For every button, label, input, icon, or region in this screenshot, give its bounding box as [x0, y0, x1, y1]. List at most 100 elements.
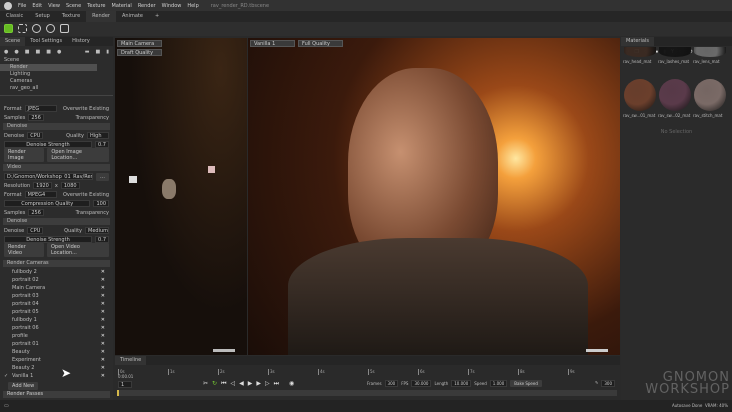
- tab-scene[interactable]: Scene: [0, 37, 26, 46]
- light-icon[interactable]: ●: [14, 49, 18, 55]
- frames-input[interactable]: 300: [384, 380, 399, 387]
- duplicate-icon[interactable]: ■: [96, 49, 101, 55]
- material-swatch[interactable]: [694, 79, 726, 111]
- compression-input[interactable]: 100: [93, 200, 109, 207]
- quality-select[interactable]: Draft Quality: [117, 49, 162, 56]
- scissors-icon[interactable]: ✂: [203, 380, 208, 388]
- camera-list-item[interactable]: fullbody 2 ✕: [0, 268, 113, 276]
- skip-start-icon[interactable]: ⏮: [221, 380, 226, 388]
- menu-material[interactable]: Material: [112, 3, 132, 9]
- browse-button[interactable]: …: [96, 172, 109, 181]
- denoise-strength-input[interactable]: 0.7: [95, 236, 109, 243]
- box-select-icon[interactable]: [18, 24, 27, 33]
- remove-camera-icon[interactable]: ✕: [101, 308, 105, 316]
- camera-list-item[interactable]: fullbody 1 ✕: [0, 316, 113, 324]
- tab-history[interactable]: History: [67, 37, 95, 46]
- render-passes-section[interactable]: Render Passes: [3, 391, 110, 398]
- keyframe-track[interactable]: [117, 390, 617, 396]
- material-swatch[interactable]: [624, 47, 656, 57]
- length-input[interactable]: 10.000: [451, 380, 472, 387]
- quality-select[interactable]: Full Quality: [298, 40, 343, 47]
- menu-render[interactable]: Render: [138, 3, 156, 9]
- menu-help[interactable]: Help: [187, 3, 198, 9]
- light-gizmo-icon[interactable]: [129, 176, 137, 183]
- quality-select[interactable]: High: [87, 132, 109, 139]
- play-icon[interactable]: ▶: [248, 380, 253, 388]
- render-image-button[interactable]: Render Image: [4, 148, 45, 162]
- material-swatch[interactable]: [659, 79, 691, 111]
- denoise-strength-slider[interactable]: Denoise Strength: [4, 236, 93, 243]
- tree-item-render[interactable]: Render: [0, 64, 97, 71]
- tab-timeline[interactable]: Timeline: [115, 356, 147, 365]
- add-new-camera-button[interactable]: Add New: [8, 381, 39, 390]
- menu-file[interactable]: File: [18, 3, 26, 9]
- menu-edit[interactable]: Edit: [32, 3, 42, 9]
- material-swatch[interactable]: [694, 47, 726, 57]
- height-input[interactable]: 1080: [60, 182, 80, 189]
- camera-list-item[interactable]: portrait 03 ✕: [0, 292, 113, 300]
- video-section[interactable]: Video: [3, 164, 110, 171]
- tab-animate[interactable]: Animate: [116, 11, 149, 22]
- lasso-select-icon[interactable]: [46, 24, 55, 33]
- remove-camera-icon[interactable]: ✕: [101, 292, 105, 300]
- remove-camera-icon[interactable]: ✕: [101, 276, 105, 284]
- tab-texture[interactable]: Texture: [56, 11, 86, 22]
- camera-list-item[interactable]: ✓ Vanilla 1 ✕: [0, 372, 113, 380]
- remove-camera-icon[interactable]: ✕: [101, 300, 105, 308]
- image-samples-input[interactable]: 256: [28, 114, 45, 121]
- open-image-location-button[interactable]: Open Image Location...: [47, 148, 109, 162]
- menu-view[interactable]: View: [48, 3, 60, 9]
- camera-checkbox[interactable]: ✓: [4, 372, 8, 380]
- paint-select-icon[interactable]: [60, 24, 69, 33]
- speed-input[interactable]: 1.000: [489, 380, 508, 387]
- bake-speed-button[interactable]: Bake Speed: [510, 380, 542, 387]
- viewport-render[interactable]: Vanilla 1 Full Quality: [248, 38, 620, 355]
- transparency-checkbox[interactable]: Transparency: [76, 115, 109, 121]
- camera-list-item[interactable]: profile ✕: [0, 332, 113, 340]
- frame-input[interactable]: 1: [118, 381, 132, 388]
- circle-select-icon[interactable]: [32, 24, 41, 33]
- remove-camera-icon[interactable]: ✕: [101, 332, 105, 340]
- remove-camera-icon[interactable]: ✕: [101, 340, 105, 348]
- video-denoise-section[interactable]: Denoise: [3, 218, 110, 225]
- video-samples-input[interactable]: 256: [28, 209, 44, 216]
- camera-list-item[interactable]: Beauty 2 ✕: [0, 364, 113, 372]
- denoise-section[interactable]: Denoise: [3, 123, 110, 130]
- record-settings-icon[interactable]: ◉: [289, 380, 294, 388]
- remove-camera-icon[interactable]: ✕: [101, 316, 105, 324]
- step-back-icon[interactable]: ◀: [239, 380, 244, 388]
- width-input[interactable]: 1920: [33, 182, 52, 189]
- next-key-icon[interactable]: ▷: [265, 380, 270, 388]
- camera-list-item[interactable]: Main Camera ✕: [0, 284, 113, 292]
- camera-list-item[interactable]: portrait 06 ✕: [0, 324, 113, 332]
- fps-input[interactable]: 30.000: [411, 380, 432, 387]
- tree-item-scene[interactable]: Scene: [0, 57, 113, 64]
- open-video-location-button[interactable]: Open Video Location...: [46, 243, 109, 257]
- trash-icon[interactable]: ▮: [106, 49, 109, 55]
- prev-key-icon[interactable]: ◁: [230, 380, 235, 388]
- add-object-icon[interactable]: ●: [4, 49, 8, 55]
- camera-list-item[interactable]: portrait 05 ✕: [0, 308, 113, 316]
- menu-window[interactable]: Window: [162, 3, 182, 9]
- denoise-select[interactable]: CPU: [27, 227, 44, 234]
- tree-item-cameras[interactable]: Cameras: [0, 78, 113, 85]
- tree-item-lighting[interactable]: Lighting: [0, 71, 113, 78]
- console-icon[interactable]: ▭: [4, 403, 9, 409]
- tab-classic[interactable]: Classic: [0, 11, 29, 22]
- remove-camera-icon[interactable]: ✕: [101, 348, 105, 356]
- folder-icon[interactable]: ▬: [85, 49, 90, 55]
- denoise-select[interactable]: CPU: [27, 132, 44, 139]
- end-frame-input[interactable]: 300: [601, 380, 615, 387]
- video-format-select[interactable]: MPEG4: [24, 191, 57, 198]
- remove-camera-icon[interactable]: ✕: [101, 372, 105, 380]
- globe-icon[interactable]: ●: [57, 49, 61, 55]
- remove-camera-icon[interactable]: ✕: [101, 268, 105, 276]
- select-arrow-icon[interactable]: [4, 24, 13, 33]
- group-icon[interactable]: ■: [46, 49, 51, 55]
- tab-render[interactable]: Render: [86, 11, 116, 22]
- render-cameras-section[interactable]: Render Cameras: [3, 260, 110, 267]
- tab-setup[interactable]: Setup: [29, 11, 56, 22]
- overwrite-checkbox[interactable]: Overwrite Existing: [63, 192, 109, 198]
- denoise-strength-slider[interactable]: Denoise Strength: [4, 141, 92, 148]
- add-tab-button[interactable]: +: [149, 11, 165, 22]
